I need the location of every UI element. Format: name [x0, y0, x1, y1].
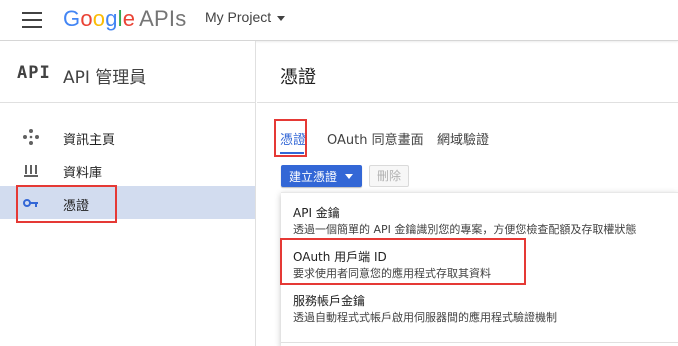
- menu-item-description: 要求使用者同意您的應用程式存取其資料: [293, 267, 491, 280]
- sidebar-item-credentials[interactable]: 憑證: [0, 186, 255, 219]
- chevron-down-icon: [345, 174, 353, 179]
- google-apis-logo[interactable]: Google APIs: [63, 6, 186, 32]
- project-selector[interactable]: My Project: [205, 9, 286, 25]
- sidebar-title: API 管理員: [63, 68, 147, 88]
- api-logo-icon: API: [17, 63, 51, 83]
- create-credentials-menu: API 金鑰 透過一個簡單的 API 金鑰識別您的專案，方便您檢查配額及存取權狀…: [281, 192, 678, 346]
- logo-letter: G: [63, 6, 81, 31]
- menu-item-service-account-key[interactable]: 服務帳戶金鑰 透過自動程式式帳戶啟用伺服器間的應用程式驗證機制: [281, 283, 678, 327]
- logo-letter: o: [80, 6, 93, 31]
- create-credentials-label: 建立憑證: [289, 170, 338, 184]
- logo-letter: e: [122, 6, 136, 31]
- menu-item-description: 透過自動程式式帳戶啟用伺服器間的應用程式驗證機制: [293, 311, 557, 324]
- menu-item-title: 服務帳戶金鑰: [293, 294, 366, 308]
- create-credentials-button[interactable]: 建立憑證: [281, 165, 362, 187]
- menu-item-oauth-client-id[interactable]: OAuth 用戶端 ID 要求使用者同意您的應用程式存取其資料: [281, 239, 678, 283]
- tab-oauth-consent[interactable]: OAuth 同意畫面: [327, 129, 424, 148]
- project-name: My Project: [205, 9, 272, 25]
- chevron-down-icon: [277, 15, 286, 21]
- sidebar-nav: 資訊主頁 資料庫 憑證: [0, 120, 255, 219]
- logo-letter: g: [105, 6, 118, 31]
- menu-icon[interactable]: [22, 12, 42, 28]
- top-bar: Google APIs My Project: [0, 0, 678, 41]
- sidebar-item-label: 憑證: [63, 199, 90, 214]
- sidebar-item-dashboard[interactable]: 資訊主頁: [0, 120, 255, 153]
- tab-domain-verification[interactable]: 網域驗證: [437, 129, 489, 148]
- menu-item-description: 透過一個簡單的 API 金鑰識別您的專案，方便您檢查配額及存取權狀態: [293, 223, 637, 236]
- sidebar-header: API API 管理員: [0, 41, 255, 103]
- menu-item-title: API 金鑰: [293, 206, 340, 220]
- logo-letter: o: [92, 6, 106, 31]
- menu-divider: [281, 342, 678, 343]
- sidebar-item-label: 資訊主頁: [63, 133, 116, 148]
- active-tab-indicator: [280, 152, 304, 154]
- page-title: 憑證: [280, 67, 316, 88]
- sidebar: API API 管理員 資訊主頁 資料庫 憑證: [0, 41, 256, 346]
- menu-item-title: OAuth 用戶端 ID: [293, 250, 387, 264]
- diamond-dots-icon: [22, 128, 40, 146]
- sidebar-item-label: 資料庫: [63, 166, 103, 181]
- library-icon: [22, 161, 40, 179]
- main-header: 憑證: [257, 41, 678, 103]
- tab-credentials[interactable]: 憑證: [280, 129, 306, 148]
- sidebar-item-library[interactable]: 資料庫: [0, 153, 255, 186]
- delete-button[interactable]: 刪除: [369, 165, 409, 187]
- menu-item-api-key[interactable]: API 金鑰 透過一個簡單的 API 金鑰識別您的專案，方便您檢查配額及存取權狀…: [281, 195, 678, 239]
- main-content: 憑證 憑證 OAuth 同意畫面 網域驗證 建立憑證 刪除 API 金鑰 透過一…: [257, 41, 678, 346]
- key-icon: [22, 194, 40, 212]
- logo-suffix: APIs: [139, 6, 187, 31]
